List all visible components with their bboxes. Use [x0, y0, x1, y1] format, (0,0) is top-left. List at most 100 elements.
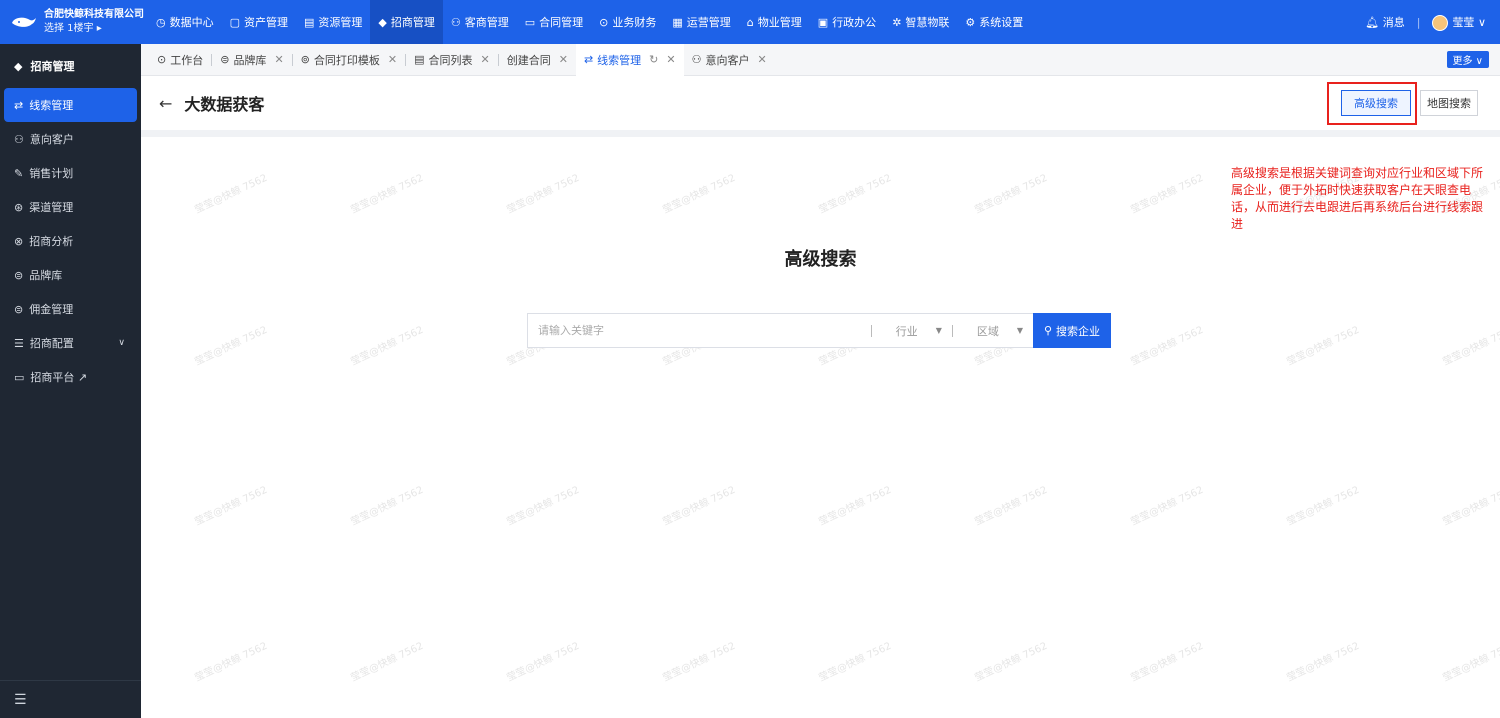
- building-selector[interactable]: 选择 1楼宇 ▸: [44, 22, 144, 36]
- topnav-label: 物业管理: [757, 16, 802, 29]
- more-tabs-button[interactable]: 更多 ∨: [1446, 51, 1489, 68]
- close-icon[interactable]: ✕: [559, 53, 568, 66]
- topnav-iot[interactable]: ✲ 智慧物联: [884, 0, 957, 44]
- divider: |: [1416, 15, 1421, 29]
- watermark-text: 莹莹@快鲸 7562: [817, 172, 894, 216]
- watermark-text: 莹莹@快鲸 7562: [349, 484, 426, 528]
- sidebar-item-platform[interactable]: ▭ 招商平台 ↗: [0, 360, 141, 394]
- close-icon[interactable]: ✕: [757, 53, 766, 66]
- topnav-finance[interactable]: ⊙ 业务财务: [591, 0, 664, 44]
- sidebar-item-channels[interactable]: ⊛ 渠道管理: [0, 190, 141, 224]
- sidebar-collapse-button[interactable]: ☰: [0, 680, 141, 718]
- top-right-area: 🔔︎ 消息 | 莹莹 ∨: [1365, 0, 1486, 44]
- topnav-resource[interactable]: ▤ 资源管理: [296, 0, 370, 44]
- watermark-text: 莹莹@快鲸 7562: [193, 484, 270, 528]
- close-icon[interactable]: ✕: [481, 53, 490, 66]
- watermark-text: 莹莹@快鲸 7562: [661, 640, 738, 684]
- watermark-text: 莹莹@快鲸 7562: [661, 484, 738, 528]
- advanced-search-button[interactable]: 高级搜索: [1341, 90, 1411, 116]
- tab-contract-template[interactable]: ⊚ 合同打印模板 ✕: [293, 44, 405, 76]
- user-icon: ⚇: [691, 53, 702, 66]
- sidebar-item-intent-customers[interactable]: ⚇ 意向客户: [0, 122, 141, 156]
- swap-icon: ⇄: [583, 53, 594, 66]
- topnav-asset[interactable]: ▢ 资产管理: [222, 0, 296, 44]
- watermark-text: 莹莹@快鲸 7562: [193, 640, 270, 684]
- tab-label: 合同列表: [428, 53, 473, 67]
- user-icon: ⚇: [14, 132, 24, 146]
- tab-label: 品牌库: [233, 53, 267, 67]
- tab-label: 合同打印模板: [313, 53, 380, 67]
- tab-intent-customers[interactable]: ⚇ 意向客户 ✕: [684, 44, 775, 76]
- topnav-data-center[interactable]: ◷ 数据中心: [148, 0, 222, 44]
- back-arrow-icon[interactable]: ←: [159, 94, 172, 113]
- topnav-contract[interactable]: ▭ 合同管理: [517, 0, 591, 44]
- topnav-settings[interactable]: ⚙ 系统设置: [957, 0, 1031, 44]
- sidebar-item-analysis[interactable]: ⊗ 招商分析: [0, 224, 141, 258]
- watermark-text: 莹莹@快鲸 7562: [1129, 172, 1206, 216]
- topnav-property[interactable]: ⌂ 物业管理: [739, 0, 810, 44]
- box-icon: ▢: [229, 15, 241, 29]
- messages-button[interactable]: 🔔︎ 消息: [1365, 14, 1404, 30]
- sidebar-item-sales-plan[interactable]: ✎ 销售计划: [0, 156, 141, 190]
- watermark-text: 莹莹@快鲸 7562: [505, 640, 582, 684]
- topnav-label: 招商管理: [390, 16, 435, 29]
- watermark-text: 莹莹@快鲸 7562: [661, 172, 738, 216]
- map-search-button[interactable]: 地图搜索: [1420, 90, 1478, 116]
- coin-icon: ⊙: [599, 15, 609, 29]
- brand[interactable]: 合肥快鲸科技有限公司 选择 1楼宇 ▸: [0, 0, 148, 44]
- close-icon[interactable]: ✕: [388, 53, 397, 66]
- printer-icon: ⊚: [300, 53, 310, 66]
- topnav-label: 资产管理: [244, 16, 289, 29]
- clock-icon: ◷: [156, 15, 166, 29]
- watermark-text: 莹莹@快鲸 7562: [973, 172, 1050, 216]
- swap-icon: ⇄: [14, 98, 24, 112]
- user-menu[interactable]: 莹莹 ∨: [1432, 14, 1486, 31]
- topnav-admin[interactable]: ▣ 行政办公: [810, 0, 884, 44]
- watermark-text: 莹莹@快鲸 7562: [349, 640, 426, 684]
- gear-icon: ⚙: [965, 15, 976, 29]
- tab-create-contract[interactable]: 创建合同 ✕: [499, 44, 576, 76]
- topnav-investment[interactable]: ◆ 招商管理: [370, 0, 443, 44]
- tab-label: 线索管理: [597, 53, 642, 67]
- region-label: 区域: [976, 324, 999, 338]
- search-enterprise-button[interactable]: ⚲ 搜索企业: [1033, 313, 1111, 348]
- topnav-label: 业务财务: [612, 16, 657, 29]
- list-icon: ▤: [414, 53, 425, 66]
- sidebar-item-label: 意向客户: [29, 133, 74, 146]
- sidebar-header-label: 招商管理: [30, 60, 75, 73]
- watermark-text: 莹莹@快鲸 7562: [349, 324, 426, 368]
- commission-icon: ⊜: [14, 302, 24, 316]
- channel-icon: ⊛: [14, 200, 24, 214]
- company-name: 合肥快鲸科技有限公司: [44, 9, 144, 20]
- close-icon[interactable]: ✕: [274, 53, 283, 66]
- sidebar-item-label: 招商平台 ↗: [30, 371, 88, 384]
- region-select[interactable]: 区域 ▼: [953, 323, 1033, 339]
- tab-brand-library[interactable]: ⊜ 品牌库 ✕: [212, 44, 291, 76]
- sidebar-item-leads[interactable]: ⇄ 线索管理: [4, 88, 137, 122]
- keyword-input[interactable]: [528, 314, 871, 347]
- sidebar-item-config[interactable]: ☰ 招商配置 ∨: [0, 326, 141, 360]
- sidebar-item-label: 线索管理: [29, 99, 74, 112]
- sidebar-item-commission[interactable]: ⊜ 佣金管理: [0, 292, 141, 326]
- topnav-operation[interactable]: ▦ 运营管理: [664, 0, 738, 44]
- list-icon: ☰: [14, 336, 24, 350]
- caret-down-icon: ▼: [935, 326, 942, 335]
- tab-workbench[interactable]: ⊙ 工作台: [149, 44, 211, 76]
- sidebar-header: ◆ 招商管理: [0, 44, 141, 88]
- watermark-text: 莹莹@快鲸 7562: [1129, 640, 1206, 684]
- tab-leads[interactable]: ⇄ 线索管理 ↻ ✕: [575, 43, 684, 76]
- topnav-merchant[interactable]: ⚇ 客商管理: [443, 0, 517, 44]
- watermark-text: 莹莹@快鲸 7562: [973, 640, 1050, 684]
- tab-label: 创建合同: [506, 53, 551, 67]
- industry-select[interactable]: 行业 ▼: [872, 323, 952, 339]
- top-nav-menu: ◷ 数据中心 ▢ 资产管理 ▤ 资源管理 ◆ 招商管理 ⚇ 客商管理 ▭ 合同管理 ⊙ 业务财…: [148, 0, 1031, 44]
- close-icon[interactable]: ✕: [666, 53, 675, 66]
- refresh-icon[interactable]: ↻: [649, 53, 658, 66]
- sidebar-item-brands[interactable]: ⊜ 品牌库: [0, 258, 141, 292]
- building-icon: ▤: [304, 15, 315, 29]
- watermark-text: 莹莹@快鲸 7562: [1285, 324, 1362, 368]
- tab-contract-list[interactable]: ▤ 合同列表 ✕: [406, 44, 498, 76]
- brand-icon: ⊜: [14, 268, 24, 282]
- user-name: 莹莹: [1452, 15, 1475, 29]
- chevron-down-icon: ∨: [118, 338, 125, 348]
